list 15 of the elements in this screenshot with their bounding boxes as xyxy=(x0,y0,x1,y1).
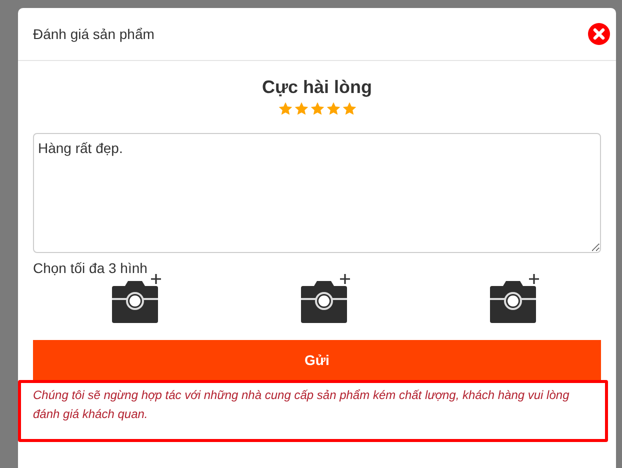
close-icon[interactable] xyxy=(587,22,611,46)
rating-label: Cực hài lòng xyxy=(262,77,372,98)
star-icon[interactable] xyxy=(342,101,356,116)
star-icon[interactable] xyxy=(326,101,340,116)
star-icon[interactable] xyxy=(310,101,324,116)
star-icon[interactable] xyxy=(278,101,292,116)
star-icon[interactable] xyxy=(294,101,308,116)
photo-label: Chọn tối đa 3 hình xyxy=(33,260,148,276)
camera-icon[interactable] xyxy=(300,273,351,323)
camera-icon[interactable] xyxy=(112,273,162,323)
notice-text: Chúng tôi sẽ ngừng hợp tác với những nhà cung cấp sản phẩm kém chất lượng, khách hàng vui lòng đánh giá khách quan. xyxy=(18,380,608,442)
camera-icon[interactable] xyxy=(490,273,540,323)
star-rating[interactable] xyxy=(278,101,356,116)
review-field[interactable]: Hàng rất đẹp. xyxy=(33,133,601,253)
dialog-title: Đánh giá sản phẩm xyxy=(33,26,154,42)
